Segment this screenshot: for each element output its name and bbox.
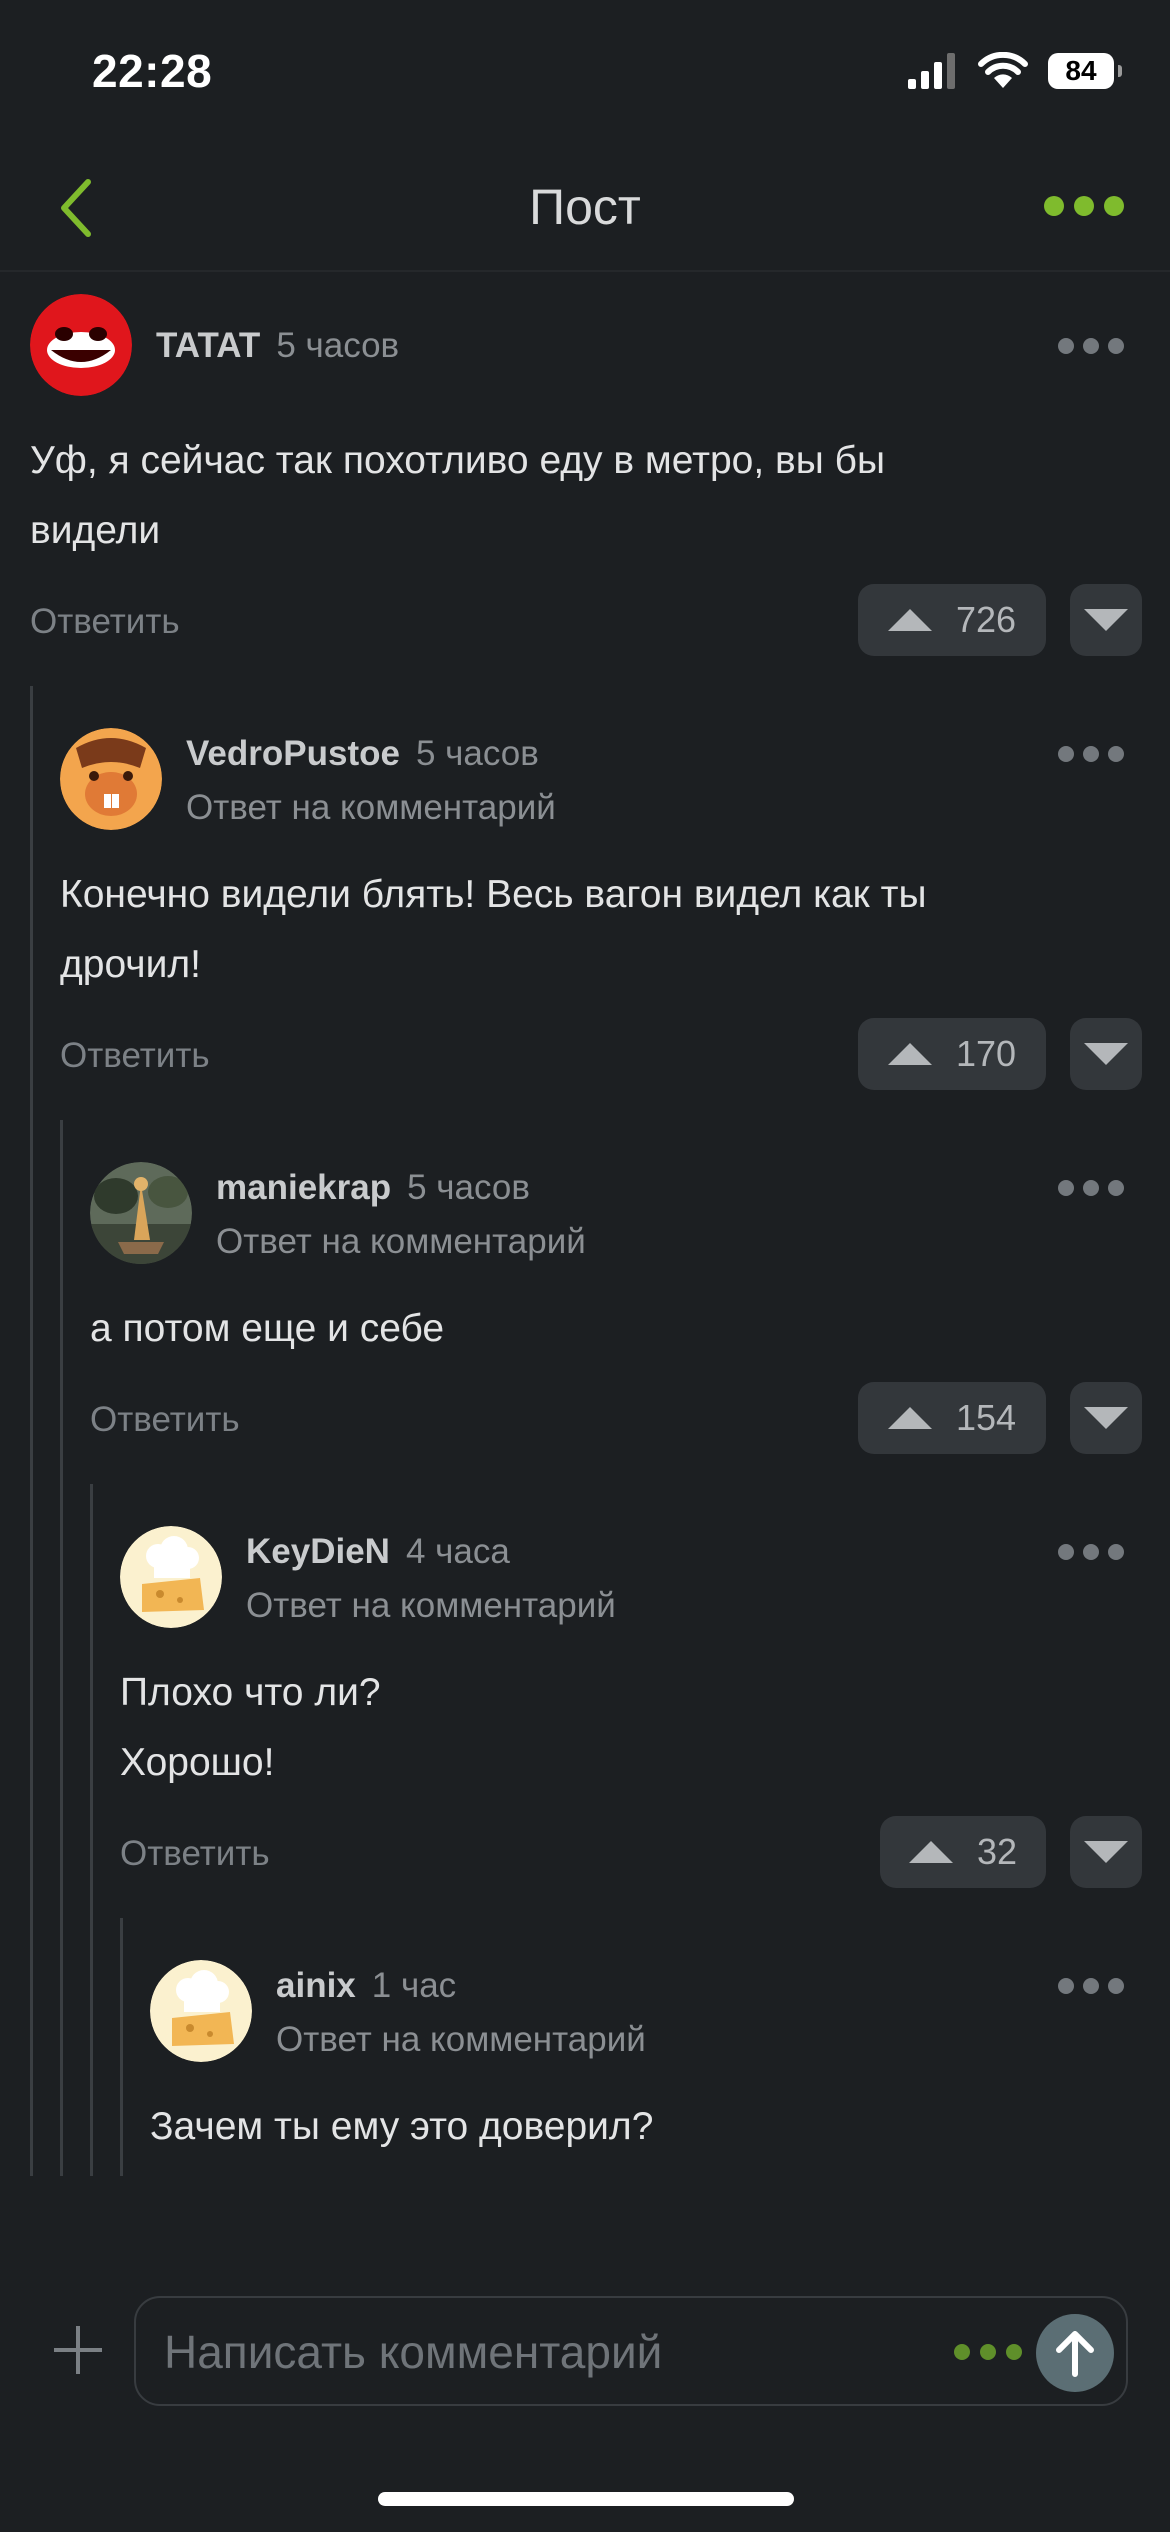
comment-more-icon[interactable]: [1058, 1978, 1124, 1994]
avatar[interactable]: [120, 1526, 222, 1628]
comment-text: Зачем ты ему это доверил?: [150, 2092, 1130, 2162]
nav-header: Пост: [0, 150, 1170, 272]
cellular-signal-icon: [908, 53, 955, 89]
upvote-button[interactable]: 726: [858, 584, 1046, 656]
wifi-icon: [978, 52, 1028, 88]
comment-composer: [134, 2296, 1128, 2406]
reply-button[interactable]: Ответить: [120, 1834, 270, 1874]
thread-line: [30, 686, 33, 2176]
comment-text-line: Уф, я сейчас так похотливо еду в метро, …: [30, 439, 885, 482]
upvote-icon: [887, 609, 932, 631]
downvote-button[interactable]: [1070, 1018, 1142, 1090]
status-bar: 22:28 84: [0, 0, 1170, 140]
upvote-icon: [908, 1841, 953, 1863]
comment-text-line: Зачем ты ему это доверил?: [150, 2105, 654, 2148]
comment-time: 5 часов: [276, 326, 400, 365]
comment-text-line: дрочил!: [60, 943, 201, 986]
page-title: Пост: [529, 179, 641, 235]
comment-text-line: Конечно видели блять! Весь вагон видел к…: [60, 873, 927, 916]
comment-text-line: видели: [30, 509, 161, 552]
downvote-button[interactable]: [1070, 1382, 1142, 1454]
comment-input[interactable]: [162, 2316, 946, 2388]
status-icons: 84: [908, 52, 1122, 90]
thread-line: [90, 1484, 93, 2176]
comment-more-icon[interactable]: [1058, 1544, 1124, 1560]
status-time: 22:28: [92, 45, 213, 97]
downvote-button[interactable]: [1070, 584, 1142, 656]
avatar[interactable]: [30, 294, 132, 396]
comment-author[interactable]: TATAT 5 часов: [156, 326, 399, 366]
battery-icon: 84: [1048, 53, 1122, 89]
add-attachment-icon[interactable]: [50, 2322, 106, 2378]
comment-more-icon[interactable]: [1058, 746, 1124, 762]
composer-more-icon[interactable]: [954, 2344, 1022, 2360]
send-button[interactable]: [1036, 2314, 1114, 2392]
thread-line: [120, 1918, 123, 2176]
comment-author[interactable]: KeyDieN 4 часа: [246, 1532, 510, 1572]
comment-time: 4 часа: [405, 1532, 510, 1571]
downvote-button[interactable]: [1070, 1816, 1142, 1888]
send-arrow-icon: [1056, 2331, 1094, 2377]
reply-to-label[interactable]: Ответ на комментарий: [276, 2020, 646, 2060]
comment-text: Конечно видели блять! Весь вагон видел к…: [60, 860, 1130, 1000]
comment-author[interactable]: ainix 1 час: [276, 1966, 456, 2006]
vote-count: 726: [955, 599, 1017, 640]
vote-count: 32: [976, 1831, 1018, 1872]
reply-button[interactable]: Ответить: [30, 602, 180, 642]
comment-more-icon[interactable]: [1058, 338, 1124, 354]
author-name[interactable]: TATAT: [156, 326, 260, 365]
reply-to-label[interactable]: Ответ на комментарий: [246, 1586, 616, 1626]
vote-count: 170: [955, 1033, 1017, 1074]
upvote-button[interactable]: 32: [880, 1816, 1046, 1888]
avatar[interactable]: [150, 1960, 252, 2062]
comment-text: Уф, я сейчас так похотливо еду в метро, …: [30, 426, 1130, 566]
author-name[interactable]: maniekrap: [216, 1168, 391, 1207]
downvote-icon: [1084, 1043, 1128, 1065]
author-name[interactable]: ainix: [276, 1966, 356, 2005]
comment-more-icon[interactable]: [1058, 1180, 1124, 1196]
reply-to-label[interactable]: Ответ на комментарий: [186, 788, 556, 828]
comment-text: Плохо что ли? Хорошо!: [120, 1658, 1130, 1798]
comment-text-line: Хорошо!: [120, 1741, 275, 1784]
avatar[interactable]: [90, 1162, 192, 1264]
comment-text-line: а потом еще и себе: [90, 1307, 445, 1350]
downvote-icon: [1084, 609, 1128, 631]
vote-count: 154: [955, 1397, 1017, 1438]
upvote-button[interactable]: 170: [858, 1018, 1046, 1090]
comment-author[interactable]: maniekrap 5 часов: [216, 1168, 530, 1208]
upvote-icon: [887, 1043, 932, 1065]
downvote-icon: [1084, 1407, 1128, 1429]
comment-time: 1 час: [371, 1966, 457, 2005]
upvote-icon: [887, 1407, 932, 1429]
thread-line: [60, 1120, 63, 2176]
comment-time: 5 часов: [407, 1168, 530, 1207]
comment-text-line: Плохо что ли?: [120, 1671, 381, 1714]
author-name[interactable]: KeyDieN: [246, 1532, 390, 1571]
avatar[interactable]: [60, 728, 162, 830]
reply-button[interactable]: Ответить: [60, 1036, 210, 1076]
author-name[interactable]: VedroPustoe: [186, 734, 400, 773]
comment-time: 5 часов: [415, 734, 539, 773]
comment-author[interactable]: VedroPustoe 5 часов: [186, 734, 539, 774]
upvote-button[interactable]: 154: [858, 1382, 1046, 1454]
comment-text: а потом еще и себе: [90, 1294, 1130, 1364]
more-options-icon[interactable]: [1044, 196, 1124, 216]
reply-button[interactable]: Ответить: [90, 1400, 240, 1440]
reply-to-label[interactable]: Ответ на комментарий: [216, 1222, 586, 1262]
battery-level: 84: [1065, 55, 1097, 86]
downvote-icon: [1084, 1841, 1128, 1863]
home-indicator[interactable]: [378, 2492, 794, 2506]
